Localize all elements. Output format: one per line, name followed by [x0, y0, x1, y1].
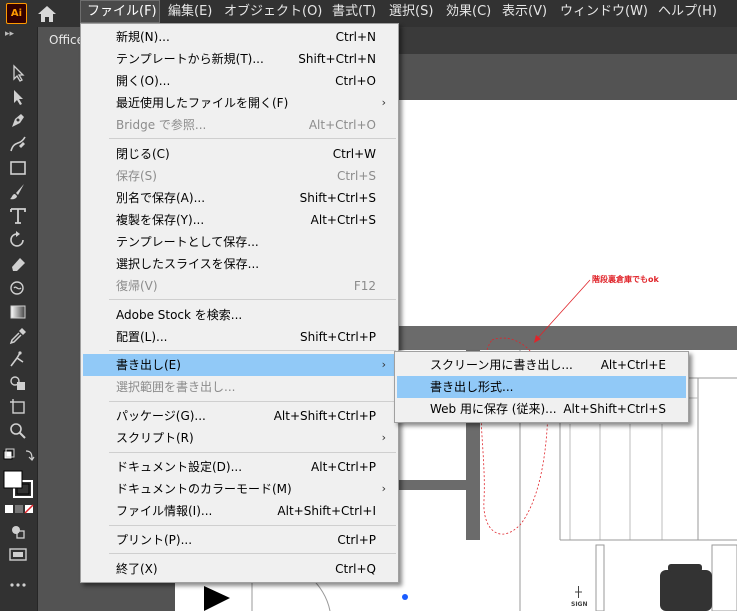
menu-item-save-as-template[interactable]: テンプレートとして保存...	[83, 231, 396, 253]
canvas-annotation: 階段裏倉庫でもok	[592, 275, 659, 284]
artboard-tool-icon[interactable]	[8, 397, 28, 417]
eyedropper-tool-icon[interactable]	[8, 326, 28, 346]
shape-builder-tool-icon[interactable]	[8, 373, 28, 393]
menu-item-print[interactable]: プリント(P)... Ctrl+P	[83, 529, 396, 551]
sign-label: SIGN	[571, 601, 588, 608]
fill-stroke-swatch-icon[interactable]	[2, 469, 36, 499]
menu-separator	[109, 452, 396, 453]
eraser-tool-icon[interactable]	[8, 254, 28, 274]
color-mode-icon[interactable]	[4, 503, 34, 515]
menu-item-place[interactable]: 配置(L)... Shift+Ctrl+P	[83, 326, 396, 348]
gradient-tool-icon[interactable]	[8, 302, 28, 322]
menu-item-document-setup[interactable]: ドキュメント設定(D)... Alt+Ctrl+P	[83, 456, 396, 478]
menu-item-save-copy[interactable]: 複製を保存(Y)... Alt+Ctrl+S	[83, 209, 396, 231]
menu-item-new[interactable]: 新規(N)... Ctrl+N	[83, 26, 396, 48]
swap-fill-stroke-icon[interactable]	[2, 447, 36, 465]
curvature-tool-icon[interactable]	[8, 134, 28, 154]
direct-selection-tool-icon[interactable]	[8, 87, 28, 107]
menu-item-document-color-mode[interactable]: ドキュメントのカラーモード(M) ›	[83, 478, 396, 500]
rectangle-tool-icon[interactable]	[8, 158, 28, 178]
paintbrush-tool-icon[interactable]	[8, 182, 28, 202]
menu-separator	[109, 401, 396, 402]
submenu-arrow-icon: ›	[381, 358, 386, 371]
draw-mode-icon[interactable]	[8, 521, 28, 541]
menu-item-save-selected-slices[interactable]: 選択したスライスを保存...	[83, 253, 396, 275]
pen-tool-icon[interactable]	[8, 111, 28, 131]
file-menu: 新規(N)... Ctrl+N テンプレートから新規(T)... Shift+Ctr…	[80, 23, 399, 583]
menu-item-export[interactable]: 書き出し(E) ›	[83, 354, 396, 376]
rotate-tool-icon[interactable]	[8, 230, 28, 250]
menu-item-export-selection[interactable]: 選択範囲を書き出し...	[83, 376, 396, 398]
menu-item-open[interactable]: 開く(O)... Ctrl+O	[83, 70, 396, 92]
menu-item-revert[interactable]: 復帰(V) F12	[83, 275, 396, 297]
tools-panel: ▸▸	[0, 27, 38, 611]
submenu-arrow-icon: ›	[381, 482, 386, 495]
menu-item-close[interactable]: 閉じる(C) Ctrl+W	[83, 143, 396, 165]
menu-item-export-for-screens[interactable]: スクリーン用に書き出し... Alt+Ctrl+E	[397, 354, 686, 376]
menu-item-browse-bridge[interactable]: Bridge で参照... Alt+Ctrl+O	[83, 114, 396, 136]
menu-item-search-adobe-stock[interactable]: Adobe Stock を検索...	[83, 304, 396, 326]
menu-separator	[109, 553, 396, 554]
menu-separator	[109, 525, 396, 526]
puppet-warp-tool-icon[interactable]	[8, 350, 28, 370]
menu-item-save-for-web-legacy[interactable]: Web 用に保存 (従来)... Alt+Shift+Ctrl+S	[397, 398, 686, 420]
menu-item-export-as[interactable]: 書き出し形式...	[397, 376, 686, 398]
menu-separator	[109, 299, 396, 300]
more-tools-icon[interactable]	[8, 575, 28, 595]
menu-separator	[109, 138, 396, 139]
menu-item-package[interactable]: パッケージ(G)... Alt+Shift+Ctrl+P	[83, 405, 396, 427]
menu-item-exit[interactable]: 終了(X) Ctrl+Q	[83, 558, 396, 580]
menu-item-scripts[interactable]: スクリプト(R) ›	[83, 427, 396, 449]
submenu-arrow-icon: ›	[381, 431, 386, 444]
menu-item-save[interactable]: 保存(S) Ctrl+S	[83, 165, 396, 187]
submenu-arrow-icon: ›	[381, 96, 386, 109]
export-submenu: スクリーン用に書き出し... Alt+Ctrl+E 書き出し形式... Web 用…	[394, 351, 689, 423]
collapse-panel-icon[interactable]: ▸▸	[5, 29, 14, 39]
menu-item-save-as[interactable]: 別名で保存(A)... Shift+Ctrl+S	[83, 187, 396, 209]
menu-item-open-recent[interactable]: 最近使用したファイルを開く(F) ›	[83, 92, 396, 114]
menu-item-file-info[interactable]: ファイル情報(I)... Alt+Shift+Ctrl+I	[83, 500, 396, 522]
zoom-tool-icon[interactable]	[8, 421, 28, 441]
warp-tool-icon[interactable]	[8, 278, 28, 298]
selection-tool-icon[interactable]	[8, 63, 28, 83]
menu-item-new-from-template[interactable]: テンプレートから新規(T)... Shift+Ctrl+N	[83, 48, 396, 70]
type-tool-icon[interactable]	[8, 206, 28, 226]
screen-mode-icon[interactable]	[8, 544, 28, 564]
menu-separator	[109, 350, 396, 351]
